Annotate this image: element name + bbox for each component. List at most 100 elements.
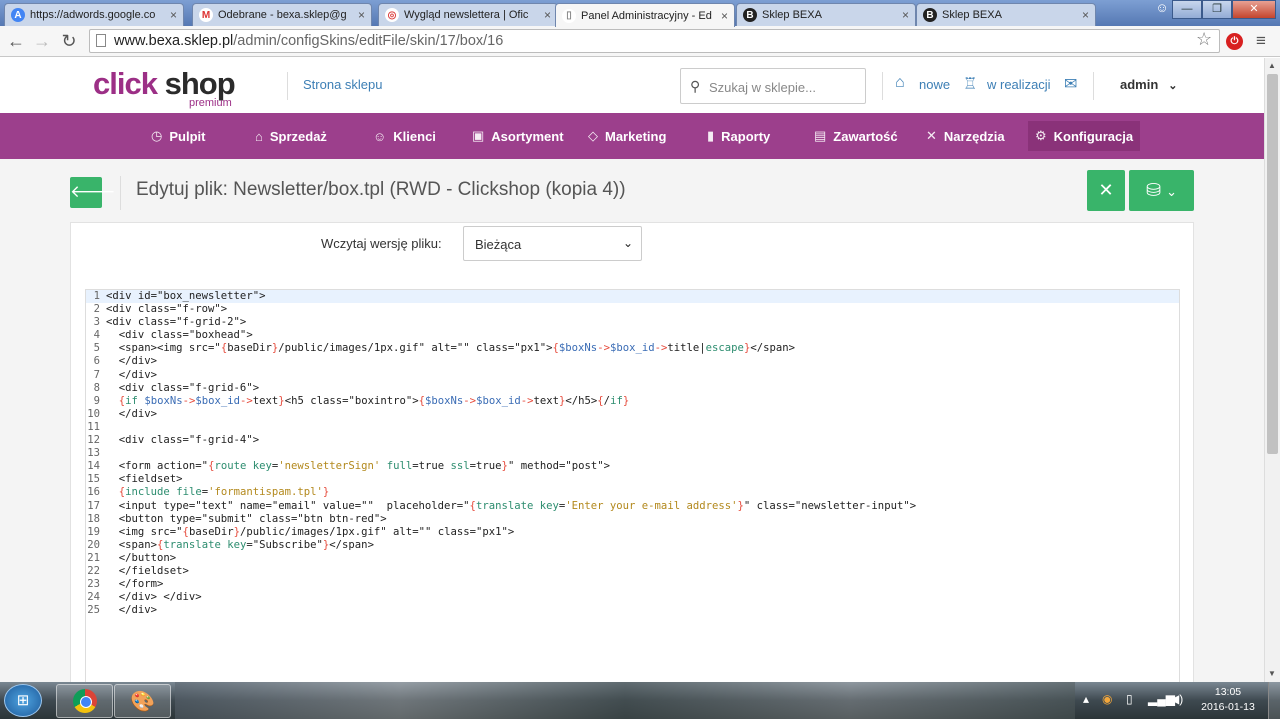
code-line[interactable]: 4 <div class="boxhead"> — [86, 329, 1179, 342]
start-button[interactable]: ⊞ — [4, 684, 42, 717]
code-line[interactable]: 7 </div> — [86, 369, 1179, 382]
code-line[interactable]: 15 <fieldset> — [86, 473, 1179, 486]
cart-icon[interactable]: ♖ — [963, 74, 977, 94]
reload-icon[interactable]: ↻ — [58, 31, 80, 52]
code-line[interactable]: 2 <div class="f-row"> — [86, 303, 1179, 316]
clickshop-logo[interactable]: click shop premium — [93, 66, 236, 109]
taskbar-chrome[interactable] — [56, 684, 113, 718]
nav-item-asortyment[interactable]: ▣ Asortyment — [465, 121, 571, 151]
page-scrollbar[interactable]: ▲ ▼ — [1264, 58, 1280, 682]
search-input[interactable]: ⚲ Szukaj w sklepie... — [680, 68, 866, 104]
show-desktop-button[interactable] — [1268, 682, 1280, 719]
code-editor[interactable]: 1 <div id="box_newsletter"> 2 <div class="f… — [85, 289, 1180, 682]
browser-tab[interactable]: B Sklep BEXA × — [736, 3, 916, 26]
in-progress-link[interactable]: w realizacji — [987, 77, 1051, 92]
adwords-icon: A — [11, 8, 25, 22]
scroll-thumb[interactable] — [1267, 74, 1278, 454]
back-icon[interactable]: ← — [5, 31, 27, 52]
system-clock[interactable]: 13:05 2016-01-13 — [1196, 685, 1260, 715]
code-line[interactable]: 21 </button> — [86, 552, 1179, 565]
chart-icon: ▮ — [707, 128, 715, 143]
tray-app-icon[interactable]: ◉ — [1102, 692, 1112, 706]
close-tab-icon[interactable]: × — [544, 8, 551, 22]
code-line[interactable]: 18 <button type="submit" class="btn btn-… — [86, 513, 1179, 526]
code-line[interactable]: 13 — [86, 447, 1179, 460]
nav-item-raporty[interactable]: ▮ Raporty — [700, 121, 777, 151]
code-line[interactable]: 16 {include file='formantispam.tpl'} — [86, 486, 1179, 499]
code-line[interactable]: 25 </div> — [86, 604, 1179, 617]
line-number: 3 — [93, 316, 100, 329]
close-tab-icon[interactable]: × — [902, 8, 909, 22]
mail-icon[interactable]: ✉ — [1064, 74, 1077, 94]
forward-icon[interactable]: → — [31, 31, 53, 52]
code-line[interactable]: 24 </div> </div> — [86, 591, 1179, 604]
basket-icon[interactable]: ⌂ — [895, 74, 905, 92]
tray-arrow-icon[interactable]: ▴ — [1083, 692, 1089, 706]
nav-item-pulpit[interactable]: ◷ Pulpit — [144, 121, 212, 151]
back-button[interactable]: 🡐 — [70, 177, 116, 208]
taskbar-paint[interactable]: 🎨 — [114, 684, 171, 718]
scroll-down-icon[interactable]: ▼ — [1268, 669, 1276, 678]
browser-tab[interactable]: M Odebrane - bexa.sklep@g × — [192, 3, 372, 26]
code-line[interactable]: 10 </div> — [86, 408, 1179, 421]
version-select[interactable]: Bieżąca ⌄ — [463, 226, 642, 261]
tray-device-icon[interactable]: ▯ — [1126, 692, 1133, 706]
close-tab-icon[interactable]: × — [358, 8, 365, 22]
code-line[interactable]: 3 <div class="f-grid-2"> — [86, 316, 1179, 329]
code-line[interactable]: 22 </fieldset> — [86, 565, 1179, 578]
minimize-button[interactable]: — — [1172, 0, 1202, 19]
browser-tab[interactable]: ◎ Wygląd newslettera | Ofic × — [378, 3, 558, 26]
nav-item-konfiguracja[interactable]: ⚙ Konfiguracja — [1028, 121, 1141, 151]
extension-icon[interactable]: ⏻ — [1226, 33, 1243, 50]
browser-tab[interactable]: Ahttps://adwords.google.co × — [4, 3, 184, 26]
code-line[interactable]: 5 <span><img src="{baseDir}/public/image… — [86, 342, 1179, 355]
nav-item-narzędzia[interactable]: ✕ Narzędzia — [919, 121, 1012, 151]
browser-tab-title: Odebrane - bexa.sklep@g — [218, 9, 347, 21]
nav-item-marketing[interactable]: ◇ Marketing — [581, 121, 673, 151]
new-orders-link[interactable]: nowe — [919, 77, 950, 92]
user-profile-icon[interactable]: ☺ — [1150, 0, 1174, 18]
code-line[interactable]: 11 — [86, 421, 1179, 434]
nav-item-zawartość[interactable]: ▤ Zawartość — [807, 121, 905, 151]
address-bar[interactable]: www.bexa.sklep.pl/admin/configSkins/edit… — [89, 29, 1220, 53]
bookmark-star-icon[interactable]: ☆ — [1196, 29, 1212, 50]
browser-tab[interactable]: ▯ Panel Administracyjny - Ed × — [555, 3, 735, 27]
url-path: /admin/configSkins/editFile/skin/17/box/… — [233, 33, 504, 49]
code-line[interactable]: 14 <form action="{route key='newsletterS… — [86, 460, 1179, 473]
code-text: <div class="f-grid-2"> — [106, 316, 247, 329]
code-line[interactable]: 17 <input type="text" name="email" value… — [86, 500, 1179, 513]
user-menu[interactable]: admin ⌄ — [1120, 77, 1178, 92]
code-text: <button type="submit" class="btn btn-red… — [106, 512, 387, 525]
line-number: 19 — [87, 525, 100, 538]
nav-item-label: Klienci — [393, 128, 436, 144]
code-line[interactable]: 20 <span>{translate key="Subscribe"}</sp… — [86, 539, 1179, 552]
chrome-menu-icon[interactable]: ≡ — [1256, 31, 1266, 51]
code-line[interactable]: 1 <div id="box_newsletter"> — [86, 290, 1179, 304]
code-line[interactable]: 19 <img src="{baseDir}/public/images/1px… — [86, 526, 1179, 539]
scroll-up-icon[interactable]: ▲ — [1268, 61, 1276, 70]
close-tab-icon[interactable]: × — [721, 9, 728, 23]
close-tab-icon[interactable]: × — [1082, 8, 1089, 22]
page-info-icon[interactable] — [96, 34, 106, 47]
tools-button[interactable]: ✕ — [1087, 170, 1125, 211]
code-text: <span>{translate key="Subscribe"}</span> — [106, 538, 374, 551]
volume-icon[interactable]: ◀) — [1170, 692, 1183, 706]
save-dropdown-button[interactable]: ⛁ ⌄ — [1129, 170, 1194, 211]
code-line[interactable]: 8 <div class="f-grid-6"> — [86, 382, 1179, 395]
nav-item-sprzedaż[interactable]: ⌂ Sprzedaż — [248, 121, 334, 151]
close-window-button[interactable]: ✕ — [1232, 0, 1276, 19]
store-link[interactable]: Strona sklepu — [303, 77, 383, 92]
bexa-icon: B — [923, 8, 937, 22]
line-number: 6 — [93, 355, 100, 368]
tools-icon: ✕ — [926, 128, 937, 143]
nav-item-klienci[interactable]: ☺ Klienci — [366, 121, 443, 151]
code-line[interactable]: 23 </form> — [86, 578, 1179, 591]
code-line[interactable]: 9 {if $boxNs->$box_id->text}<h5 class="b… — [86, 395, 1179, 408]
close-tab-icon[interactable]: × — [170, 8, 177, 22]
line-number: 21 — [87, 551, 100, 564]
main-navigation: ◷ Pulpit ⌂ Sprzedaż ☺ Klienci ▣ Asortyment ◇ Mark… — [0, 113, 1264, 159]
code-line[interactable]: 12 <div class="f-grid-4"> — [86, 434, 1179, 447]
browser-tab[interactable]: B Sklep BEXA × — [916, 3, 1096, 26]
code-line[interactable]: 6 </div> — [86, 355, 1179, 368]
maximize-button[interactable]: ❐ — [1202, 0, 1232, 19]
